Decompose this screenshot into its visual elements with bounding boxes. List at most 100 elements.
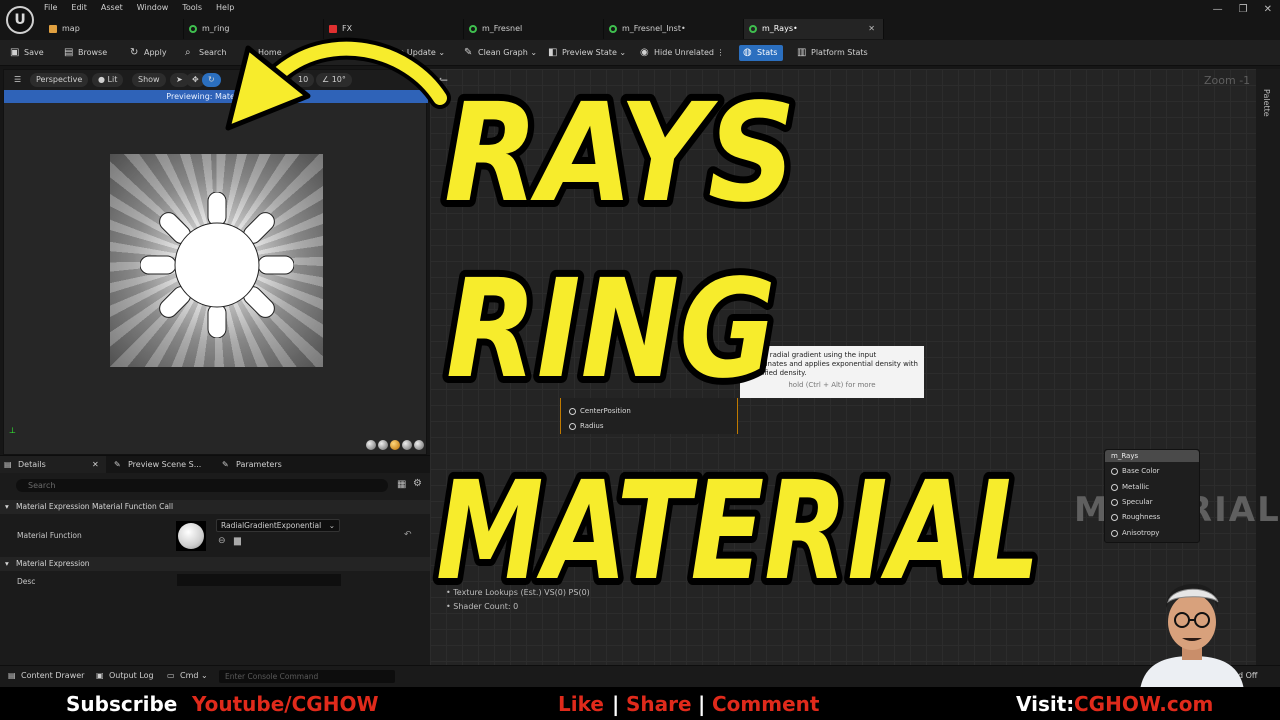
details-panel: ▤ Details ✕ ✎ Preview Scene S... ✎ Parameter… (0, 455, 430, 665)
save-button[interactable]: ▣ Save (10, 45, 44, 61)
desc-label: Desc (17, 577, 36, 586)
menu-asset[interactable]: Asset (101, 3, 123, 12)
console-input[interactable]: Enter Console Command (219, 670, 395, 683)
preview-shape-buttons (366, 440, 424, 450)
cylinder-preview-icon[interactable] (378, 440, 388, 450)
use-selected-icon[interactable]: ⊖ (218, 536, 226, 546)
lit-label: Lit (107, 75, 118, 84)
platform-stats-button[interactable]: ▥ Platform Stats (797, 45, 868, 61)
hamburger-icon[interactable]: ☰ (8, 73, 27, 87)
apply-icon: ↻ (130, 47, 139, 58)
reset-icon[interactable]: ↶ (404, 530, 412, 540)
specular-pin[interactable]: Specular (1111, 498, 1153, 506)
perspective-button[interactable]: Perspective (30, 73, 89, 87)
presenter-avatar (1140, 584, 1244, 690)
banner-site[interactable]: CGHOW.com (1074, 692, 1213, 716)
section-expression-label: Material Expression (16, 559, 90, 568)
chevron-down-icon: ▾ (5, 559, 9, 568)
maximize-icon[interactable]: ❐ (1239, 4, 1248, 15)
anisotropy-pin[interactable]: Anisotropy (1111, 529, 1159, 537)
menu-help[interactable]: Help (216, 3, 234, 12)
title-line-ring: RING (446, 251, 776, 409)
preview-state-label: Preview State (562, 48, 617, 57)
close-window-icon[interactable]: ✕ (1264, 4, 1272, 15)
preview-state-dropdown[interactable]: ◧ Preview State ⌄ (548, 45, 626, 61)
material-function-combo[interactable]: RadialGradientExponential ⌄ (216, 519, 340, 532)
gear-icon[interactable]: ⚙ (413, 478, 422, 489)
clean-graph-dropdown[interactable]: ✎ Clean Graph ⌄ (464, 45, 537, 61)
tab-details-label: Details (18, 460, 46, 469)
minimize-icon[interactable]: — (1213, 4, 1223, 15)
document-tabs: map m_ring FX m_Fresnel m_Fresnel_Inst• … (44, 19, 884, 39)
palette-panel[interactable]: Palette (1256, 69, 1280, 665)
banner-subscribe: Subscribe (66, 692, 178, 716)
banner-visit: Visit: (1016, 692, 1075, 716)
unreal-material-editor-window: { "menu": ["File", "Edit", "Asset", "Win… (0, 0, 1280, 720)
content-drawer-button[interactable]: ▤ Content Drawer (8, 671, 84, 680)
material-function-thumbnail[interactable] (176, 521, 206, 551)
tab-label: m_Fresnel_Inst• (622, 24, 686, 33)
close-icon[interactable]: ✕ (868, 19, 875, 39)
axis-gizmo-icon: ⊥ (9, 426, 16, 435)
tab-parameters[interactable]: ✎ Parameters (218, 456, 282, 473)
material-output-node[interactable]: m_Rays Base Color Metallic Specular Roug… (1104, 449, 1200, 543)
menu-file[interactable]: File (44, 3, 57, 12)
tab-m-fresnel-inst[interactable]: m_Fresnel_Inst• (604, 19, 744, 39)
menu-edit[interactable]: Edit (71, 3, 87, 12)
browse-folder-icon[interactable]: ▆ (234, 536, 241, 546)
show-button[interactable]: Show (132, 73, 166, 87)
clean-graph-label: Clean Graph (478, 48, 528, 57)
tab-map[interactable]: map (44, 19, 184, 39)
drawer-icon: ▤ (8, 671, 16, 680)
platform-stats-icon: ▥ (797, 47, 807, 58)
menu-window[interactable]: Window (137, 3, 169, 12)
section-expression[interactable]: ▾ Material Expression (0, 557, 430, 571)
save-label: Save (24, 48, 44, 57)
tab-details[interactable]: ▤ Details ✕ (0, 456, 106, 473)
roughness-pin[interactable]: Roughness (1111, 513, 1160, 521)
hide-unrelated-label: Hide Unrelated (654, 48, 715, 57)
level-icon (49, 25, 57, 33)
desc-input[interactable] (177, 574, 341, 586)
hide-unrelated-button[interactable]: ◉ Hide Unrelated ⋮ (640, 45, 725, 61)
curved-arrow-icon (225, 37, 451, 131)
tab-preview-scene[interactable]: ✎ Preview Scene S... (110, 456, 201, 473)
section-function-call[interactable]: ▾ Material Expression Material Function C… (0, 500, 430, 514)
stats-button[interactable]: ◍ Stats (739, 45, 784, 61)
stats-icon: ◍ (743, 47, 752, 58)
unreal-logo-icon[interactable]: U (6, 6, 34, 34)
table-view-icon[interactable]: ▦ (397, 479, 406, 490)
chevron-down-icon: ▾ (5, 502, 9, 511)
tab-m-rays[interactable]: m_Rays• ✕ (744, 19, 884, 39)
search-icon: ⌕ (185, 47, 191, 58)
menu-tools[interactable]: Tools (182, 3, 202, 12)
material-function-value: RadialGradientExponential (221, 521, 322, 530)
plane-preview-icon[interactable] (402, 440, 412, 450)
channel-banner: Subscribe Youtube/CGHOW Like | Share | C… (0, 687, 1280, 720)
brush-icon: ✎ (222, 460, 229, 469)
sphere-preview-icon[interactable] (366, 440, 376, 450)
cmd-dropdown[interactable]: ▭ Cmd ⌄ (167, 671, 208, 680)
banner-youtube[interactable]: Youtube/CGHOW (192, 692, 379, 716)
tab-label: map (62, 24, 80, 33)
apply-button[interactable]: ↻ Apply (130, 45, 167, 61)
banner-separator-1: | (612, 692, 620, 716)
close-icon[interactable]: ✕ (92, 456, 99, 473)
zoom-label: Zoom -1 (1204, 74, 1251, 87)
details-search-input[interactable]: Search (16, 479, 388, 492)
sphere-thumbnail (178, 523, 204, 549)
browse-label: Browse (78, 48, 108, 57)
teapot-preview-icon[interactable] (390, 440, 400, 450)
save-icon: ▣ (10, 47, 20, 58)
base-color-pin[interactable]: Base Color (1111, 467, 1160, 475)
cube-preview-icon[interactable] (414, 440, 424, 450)
apply-label: Apply (144, 48, 167, 57)
output-log-button[interactable]: ▣ Output Log (96, 671, 154, 680)
metallic-pin[interactable]: Metallic (1111, 483, 1149, 491)
tab-m-fresnel[interactable]: m_Fresnel (464, 19, 604, 39)
log-icon: ▣ (96, 671, 104, 680)
sun-icon (140, 192, 294, 338)
lit-button[interactable]: ● Lit (92, 73, 124, 87)
browse-button[interactable]: ▤ Browse (64, 45, 107, 61)
title-bar: U File Edit Asset Window Tools Help map … (0, 0, 1280, 40)
